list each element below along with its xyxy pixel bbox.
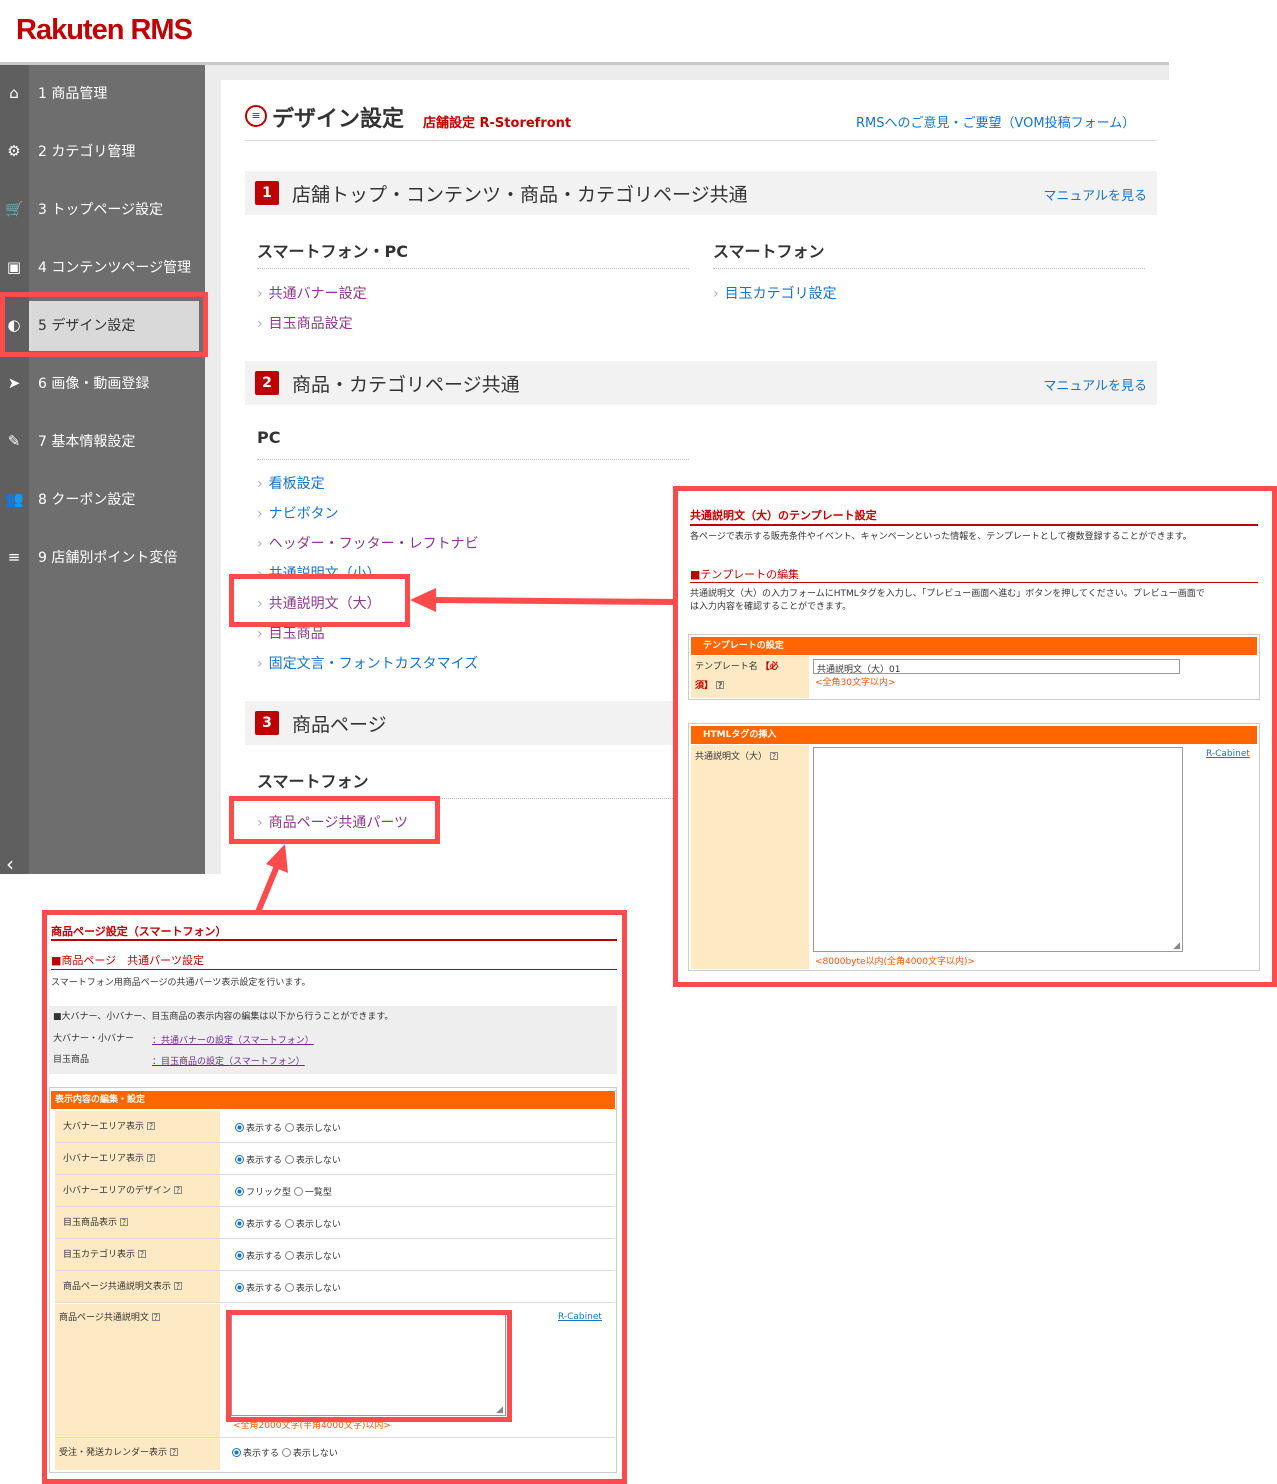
note-label: 目玉商品 — [53, 1055, 90, 1065]
calendar-radio-group[interactable]: 表示する 表示しない — [232, 1448, 338, 1461]
html-textarea[interactable]: ◢ — [813, 747, 1183, 952]
setting-radio-group[interactable]: フリック型 一覧型 — [235, 1185, 332, 1198]
html-limit: <8000byte以内(全角4000文字以内)> — [815, 957, 976, 967]
featured-items-sp-link[interactable]: ：目玉商品の設定（スマートフォン） — [152, 1054, 305, 1067]
setting-radio-group[interactable]: 表示する 表示しない — [235, 1249, 341, 1262]
note-text: ■大バナー、小バナー、目玉商品の表示内容の編集は以下から行うことができます。 — [53, 1012, 394, 1022]
panel-title: 商品ページ設定（スマートフォン） — [51, 925, 227, 938]
note-label: 大バナー・小バナー — [53, 1034, 135, 1044]
setting-radio-group[interactable]: 表示する 表示しない — [235, 1281, 341, 1294]
setting-label: 目玉商品表示? — [55, 1207, 220, 1238]
template-name-label: テンプレート名 【必 — [695, 662, 779, 672]
calendar-label: 受注・発送カレンダー表示? — [59, 1448, 179, 1458]
edit-rule — [690, 582, 1258, 583]
section-bar: 表示内容の編集・設定 — [51, 1091, 615, 1109]
edit-description: は入力内容を確認することができます。 — [690, 602, 852, 612]
setting-label: 目玉カテゴリ表示? — [55, 1239, 220, 1270]
common-desc-label: 商品ページ共通説明文? — [59, 1313, 160, 1323]
settings-row: 小バナーエリアのデザイン? フリック型 一覧型 — [55, 1175, 615, 1207]
setting-label: 大バナーエリア表示? — [55, 1111, 220, 1142]
settings-row: 小バナーエリア表示? 表示する 表示しない — [55, 1143, 615, 1175]
label-cell — [691, 745, 809, 969]
subtitle-rule — [51, 969, 617, 970]
setting-radio-group[interactable]: 表示する 表示しない — [235, 1153, 341, 1166]
template-name-input[interactable]: 共通説明文（大）01 — [813, 659, 1180, 675]
r-cabinet-link[interactable]: R-Cabinet — [1206, 749, 1250, 759]
setting-label: 小バナーエリア表示? — [55, 1143, 220, 1174]
settings-row: 目玉カテゴリ表示? 表示する 表示しない — [55, 1239, 615, 1271]
highlight-common-desc-textarea — [226, 1310, 512, 1422]
setting-radio-group[interactable]: 表示する 表示しない — [235, 1121, 341, 1134]
template-name-required: 須】? — [695, 681, 725, 691]
r-cabinet-link[interactable]: R-Cabinet — [558, 1312, 602, 1322]
settings-row: 商品ページ共通説明文表示? 表示する 表示しない — [55, 1271, 615, 1303]
settings-row: 大バナーエリア表示? 表示する 表示しない — [55, 1111, 615, 1143]
setting-label: 小バナーエリアのデザイン? — [55, 1175, 220, 1206]
html-label: 共通説明文（大）? — [695, 752, 779, 762]
section-bar: テンプレートの設定 — [691, 637, 1257, 655]
setting-radio-group[interactable]: 表示する 表示しない — [235, 1217, 341, 1230]
common-banner-sp-link[interactable]: ：共通バナーの設定（スマートフォン） — [152, 1033, 314, 1046]
panel-description: 各ページで表示する販売条件やイベント、キャンペーンといった情報を、テンプレートと… — [690, 532, 1192, 542]
panel-subtitle: ■商品ページ 共通パーツ設定 — [51, 954, 204, 967]
settings-row: 目玉商品表示? 表示する 表示しない — [55, 1207, 615, 1239]
panel-description: スマートフォン用商品ページの共通パーツ表示設定を行います。 — [51, 978, 311, 988]
title-rule — [51, 939, 617, 941]
section-bar: HTMLタグの挿入 — [691, 726, 1257, 744]
edit-description: 共通説明文（大）の入力フォームにHTMLタグを入力し、「プレビュー画面へ進む」ボ… — [690, 589, 1205, 599]
setting-label: 商品ページ共通説明文表示? — [55, 1271, 220, 1302]
edit-title: ■テンプレートの編集 — [690, 568, 800, 581]
panel-title: 共通説明文（大）のテンプレート設定 — [690, 509, 877, 522]
template-name-limit: <全角30文字以内> — [815, 678, 896, 688]
title-rule — [690, 524, 1258, 526]
settings-rows: 大バナーエリア表示? 表示する 表示しない 小バナーエリア表示? 表示する 表示しない… — [49, 1111, 617, 1311]
